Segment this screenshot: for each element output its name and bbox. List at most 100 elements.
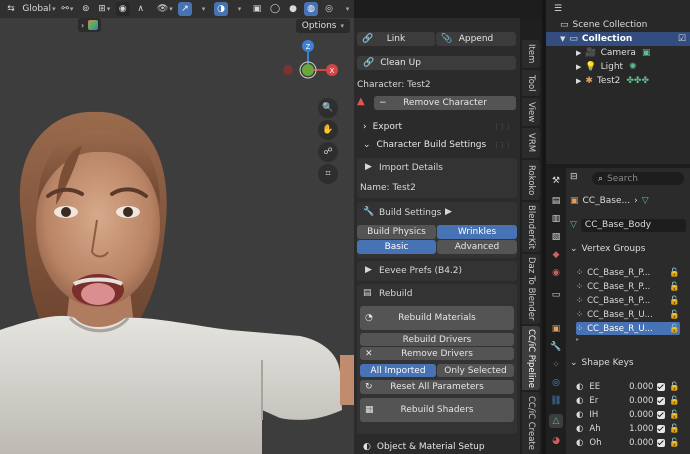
wrinkles-button[interactable]: Wrinkles	[437, 225, 517, 239]
tab-blenderkit[interactable]: BlenderKit	[522, 202, 540, 252]
shape-key-row[interactable]: ◐ Er 0.000 🔓	[576, 394, 680, 407]
pivot-icon[interactable]: ⚯ ▾	[60, 2, 75, 16]
particles-icon[interactable]: ⁘	[549, 358, 563, 372]
shape-key-checkbox[interactable]	[657, 424, 666, 433]
vertex-group-row[interactable]: ⁘ CC_Base_R_P... 🔓	[576, 294, 680, 307]
falloff-icon[interactable]: ∧	[134, 2, 148, 16]
build-settings-label[interactable]: Build Settings	[379, 208, 441, 218]
camera-view-icon[interactable]: ☍	[318, 142, 338, 162]
vertex-group-row[interactable]: ⁘ CC_Base_R_P... 🔓	[576, 266, 680, 279]
modifier-wrench-icon[interactable]: 🔧	[549, 340, 563, 354]
shape-key-value[interactable]: 1.000	[629, 424, 653, 434]
vertex-group-row[interactable]: ⁘ CC_Base_R_P... 🔓	[576, 280, 680, 293]
outliner-item-test2[interactable]: ▶ ✱ Test2 ✤✤✤	[546, 74, 690, 88]
lock-icon[interactable]: 🔓	[669, 382, 680, 392]
tab-cc-create[interactable]: CC/iC Create	[522, 392, 540, 454]
shading-solid-icon[interactable]: ●	[286, 2, 300, 16]
shape-key-row[interactable]: ◐ Ah 1.000 🔓	[576, 422, 680, 435]
tool-settings-toggle[interactable]: ›	[78, 18, 102, 32]
list-resize-handle[interactable]: ▸	[576, 336, 579, 343]
view-layer-icon[interactable]: ▧	[549, 230, 563, 244]
lock-icon[interactable]: 🔓	[669, 296, 680, 306]
outliner-item-camera[interactable]: ▶ 🎥 Camera ▣	[546, 46, 690, 60]
shading-wireframe-icon[interactable]: ◯	[268, 2, 282, 16]
build-physics-button[interactable]: Build Physics	[357, 225, 436, 239]
shape-key-value[interactable]: 0.000	[629, 396, 653, 406]
tab-view[interactable]: View	[522, 98, 540, 126]
shape-key-row[interactable]: ◐ IH 0.000 🔓	[576, 408, 680, 421]
render-icon[interactable]: ▤	[549, 194, 563, 208]
options-dropdown[interactable]: Options ▾	[295, 19, 350, 33]
reset-parameters-button[interactable]: ↻ Reset All Parameters	[360, 380, 514, 394]
basic-button[interactable]: Basic	[357, 240, 436, 254]
shape-key-checkbox[interactable]	[657, 382, 666, 391]
scene-icon[interactable]: ◆	[549, 248, 563, 262]
visibility-icon[interactable]: 👁 ▾	[156, 2, 174, 16]
search-field[interactable]: ⌕ Search	[592, 172, 684, 185]
rebuild-materials-button[interactable]: ◔ Rebuild Materials	[360, 306, 514, 330]
remove-character-button[interactable]: − Remove Character	[374, 96, 516, 110]
editor-type-icon[interactable]: ⊟	[570, 172, 584, 185]
lock-icon[interactable]: 🔓	[669, 310, 680, 320]
material-icon[interactable]: ◕	[549, 434, 563, 448]
lock-icon[interactable]: 🔓	[669, 282, 680, 292]
lock-icon[interactable]: 🔓	[669, 396, 680, 406]
constraints-icon[interactable]: ⛓	[549, 394, 563, 408]
triangle-right-icon[interactable]: ▶	[445, 207, 452, 217]
shape-key-value[interactable]: 0.000	[629, 382, 653, 392]
shape-key-value[interactable]: 0.000	[629, 438, 653, 448]
tab-rokoko[interactable]: Rokoko	[522, 160, 540, 200]
object-material-section-header[interactable]: ◐ Object & Material Setup	[357, 438, 517, 454]
proportional-edit-icon[interactable]: ◉	[115, 2, 130, 16]
mesh-data-icon[interactable]: △	[549, 414, 563, 428]
object-icon[interactable]: ▣	[549, 322, 563, 336]
transform-orientation-dropdown[interactable]: Global ▾	[22, 2, 56, 16]
physics-icon[interactable]: ◎	[549, 376, 563, 390]
lock-icon[interactable]: 🔓	[669, 324, 680, 334]
breadcrumb-object[interactable]: CC_Base...	[583, 196, 631, 206]
advanced-button[interactable]: Advanced	[437, 240, 517, 254]
lock-icon[interactable]: 🔓	[669, 410, 680, 420]
shape-key-row[interactable]: ◐ Oh 0.000 🔓	[576, 436, 680, 449]
zoom-icon[interactable]: 🔍	[318, 98, 338, 118]
lock-icon[interactable]: 🔓	[669, 424, 680, 434]
import-details-label[interactable]: Import Details	[379, 163, 443, 173]
shape-key-row[interactable]: ◐ EE 0.000 🔓	[576, 380, 680, 393]
shading-material-icon[interactable]: ◍	[304, 2, 318, 16]
editor-type-icon[interactable]: ☰	[554, 4, 562, 14]
3d-viewport[interactable]: ⇆ Global ▾ ⚯ ▾ ⊚ ⊞ ▾ ◉ ∧ 👁 ▾ ↗ ▾ ◑ ▾ ▣ ◯ ● …	[0, 0, 354, 454]
mesh-name-field[interactable]: CC_Base_Body	[580, 218, 686, 232]
shape-key-value[interactable]: 0.000	[629, 410, 653, 420]
tab-cc-pipeline[interactable]: CC/iC Pipeline	[522, 326, 540, 390]
snap-icon[interactable]: ⊚	[79, 2, 93, 16]
vertex-group-row[interactable]: ⁘ CC_Base_R_U... 🔓	[576, 322, 680, 335]
all-imported-button[interactable]: All Imported	[360, 364, 436, 377]
link-button[interactable]: 🔗 Link	[357, 32, 435, 46]
vertex-group-row[interactable]: ⁘ CC_Base_R_U... 🔓	[576, 308, 680, 321]
navigation-gizmo[interactable]: Z X	[280, 40, 342, 102]
world-icon[interactable]: ◉	[549, 266, 563, 280]
outliner-scene-collection[interactable]: ▭ Scene Collection	[546, 18, 690, 32]
shape-keys-header[interactable]: ⌄ Shape Keys	[570, 356, 686, 370]
drag-grip-icon[interactable]: ⋮⋮⋮	[493, 123, 512, 131]
snap-increment-icon[interactable]: ⊞ ▾	[97, 2, 112, 16]
xray-icon[interactable]: ▣	[250, 2, 264, 16]
outliner-item-light[interactable]: ▶ 💡 Light ✺	[546, 60, 690, 74]
checkbox-icon[interactable]: ☑	[678, 34, 686, 44]
only-selected-button[interactable]: Only Selected	[437, 364, 514, 377]
lock-icon[interactable]: 🔓	[669, 268, 680, 278]
tab-vrm[interactable]: VRM	[522, 128, 540, 158]
collection-icon[interactable]: ▭	[549, 288, 563, 302]
output-icon[interactable]: ▥	[549, 212, 563, 226]
build-settings-section-header[interactable]: ⌄ Character Build Settings ⋮⋮⋮	[357, 136, 517, 154]
tab-daz-to-blender[interactable]: Daz To Blender	[522, 254, 540, 324]
shape-key-checkbox[interactable]	[657, 396, 666, 405]
rebuild-drivers-button[interactable]: Rebuild Drivers	[360, 333, 514, 346]
cleanup-button[interactable]: 🔗 Clean Up	[357, 56, 516, 70]
tab-item[interactable]: Item	[522, 40, 540, 68]
overlay-dropdown[interactable]: ▾	[232, 2, 246, 16]
drag-grip-icon[interactable]: ⋮⋮⋮	[493, 141, 512, 149]
triangle-right-icon[interactable]: ▶	[365, 162, 372, 172]
shape-key-checkbox[interactable]	[657, 438, 666, 447]
shading-dropdown[interactable]: ▾	[340, 2, 354, 16]
